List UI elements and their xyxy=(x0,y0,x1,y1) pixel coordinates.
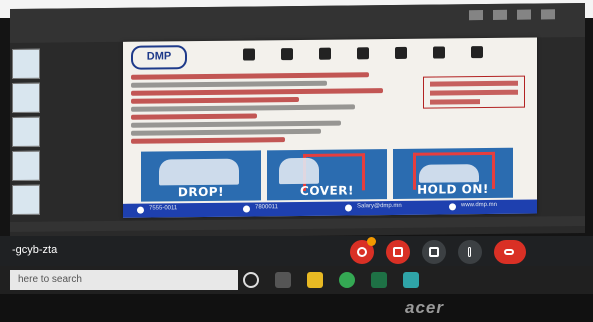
task-view-icon[interactable] xyxy=(275,272,291,288)
mic-off-button[interactable] xyxy=(350,237,376,264)
presentation-slide: DMP DROP! COVER! HOLD ON! 7555-0011 7800… xyxy=(123,37,537,218)
phone-icon xyxy=(137,206,144,214)
phone-icon xyxy=(243,205,250,213)
toolbar-icon[interactable] xyxy=(493,9,507,20)
mic-off-icon xyxy=(357,247,367,257)
camera-off-button[interactable] xyxy=(386,240,410,264)
bullet-text-block xyxy=(131,69,411,148)
chrome-icon[interactable] xyxy=(339,272,355,288)
pictogram-icon xyxy=(319,47,331,60)
panel-label: DROP! xyxy=(177,184,225,200)
slide-footer: 7555-0011 7800011 Salary@dmp.mn www.dmp.… xyxy=(123,199,537,218)
slide-thumbnail[interactable] xyxy=(12,150,40,181)
earthquake-panels: DROP! COVER! HOLD ON! xyxy=(141,147,513,202)
present-button[interactable] xyxy=(422,240,446,264)
more-options-button[interactable] xyxy=(458,240,482,264)
screen-status-strip xyxy=(10,215,585,233)
globe-icon xyxy=(449,203,456,211)
leave-call-button[interactable] xyxy=(494,240,526,264)
pictogram-icon xyxy=(281,48,293,61)
excel-icon[interactable] xyxy=(371,272,387,288)
app-icon[interactable] xyxy=(403,272,419,288)
footer-email: Salary@dmp.mn xyxy=(357,202,402,210)
pictogram-icon xyxy=(357,47,369,60)
hangup-icon xyxy=(504,249,514,255)
note-box xyxy=(423,75,525,109)
meeting-controls xyxy=(350,237,526,264)
crouching-figure-icon xyxy=(159,158,239,186)
present-icon xyxy=(429,247,439,257)
toolbar-icon[interactable] xyxy=(469,10,483,21)
monitor-screen: DMP DROP! COVER! HOLD ON! 7555-0011 7800… xyxy=(10,2,585,240)
file-explorer-icon[interactable] xyxy=(307,272,323,288)
pictogram-icon xyxy=(395,46,407,59)
windows-taskbar: here to search xyxy=(0,266,593,294)
slide-thumbnail[interactable] xyxy=(12,48,40,79)
meeting-code: -gcyb-zta xyxy=(12,244,58,256)
more-vert-icon xyxy=(468,247,471,257)
slide-thumbnails xyxy=(10,45,40,225)
toolbar-icon[interactable] xyxy=(541,9,555,20)
panel-drop: DROP! xyxy=(141,150,261,202)
panel-cover: COVER! xyxy=(267,149,387,201)
crouching-figure-icon xyxy=(279,157,319,185)
monitor-bezel xyxy=(0,294,593,322)
footer-phone: 7555-0011 xyxy=(149,205,178,212)
slide-thumbnail[interactable] xyxy=(12,116,40,147)
meeting-bar: -gcyb-zta xyxy=(0,236,593,266)
slide-thumbnail[interactable] xyxy=(12,82,40,113)
pictogram-icon xyxy=(433,46,445,59)
notification-badge xyxy=(367,237,376,246)
pictogram-icon xyxy=(471,46,483,59)
top-bar-icons xyxy=(469,9,555,21)
toolbar-icon[interactable] xyxy=(517,9,531,20)
footer-website: www.dmp.mn xyxy=(461,201,498,209)
photo: DMP DROP! COVER! HOLD ON! 7555-0011 7800… xyxy=(0,0,593,322)
panel-label: COVER! xyxy=(300,183,354,198)
panel-hold-on: HOLD ON! xyxy=(393,147,513,199)
taskbar-icons xyxy=(243,272,419,288)
footer-phone-2: 7800011 xyxy=(255,204,278,211)
slide-thumbnail[interactable] xyxy=(12,184,40,215)
brand-logo: DMP xyxy=(131,45,187,70)
cortana-icon[interactable] xyxy=(243,272,259,288)
slide-icon-row xyxy=(243,46,483,61)
search-box[interactable]: here to search xyxy=(10,270,238,290)
crouching-figure-icon xyxy=(419,164,479,183)
device-brand: acer xyxy=(405,298,444,317)
mail-icon xyxy=(345,204,352,212)
pictogram-icon xyxy=(243,48,255,61)
panel-label: HOLD ON! xyxy=(417,181,489,197)
camera-off-icon xyxy=(393,247,403,257)
